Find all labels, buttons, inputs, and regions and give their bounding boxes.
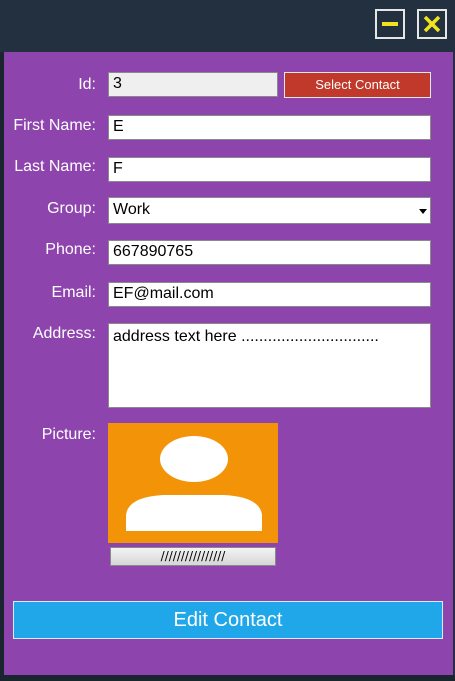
id-label: Id:: [78, 76, 96, 93]
minimize-button[interactable]: [375, 9, 405, 39]
picture-label: Picture:: [41, 426, 96, 443]
group-label: Group:: [47, 200, 96, 217]
first-name-label: First Name:: [13, 117, 96, 134]
select-contact-button[interactable]: Select Contact: [284, 72, 431, 98]
phone-label: Phone:: [45, 241, 96, 258]
title-bar: [0, 0, 455, 52]
user-avatar-icon: [126, 436, 262, 531]
address-field[interactable]: address text here ......................…: [108, 323, 431, 408]
phone-field[interactable]: 667890765: [108, 240, 431, 265]
address-label: Address:: [32, 325, 96, 342]
id-field[interactable]: 3: [108, 72, 278, 97]
first-name-field[interactable]: E: [108, 115, 431, 140]
group-selected-value: Work: [113, 201, 151, 218]
email-field[interactable]: EF@mail.com: [108, 282, 431, 307]
close-button[interactable]: [417, 9, 447, 39]
minimize-icon: [382, 22, 398, 26]
close-icon: [423, 15, 441, 33]
chevron-down-icon: [419, 209, 427, 214]
last-name-label: Last Name:: [14, 158, 96, 175]
group-select[interactable]: Work: [108, 197, 431, 224]
window-bottom-edge: [0, 675, 455, 681]
browse-picture-button[interactable]: ////////////////: [110, 547, 276, 566]
email-label: Email:: [51, 284, 96, 301]
edit-contact-button[interactable]: Edit Contact: [13, 601, 443, 639]
last-name-field[interactable]: F: [108, 157, 431, 182]
contact-picture[interactable]: [108, 423, 278, 543]
